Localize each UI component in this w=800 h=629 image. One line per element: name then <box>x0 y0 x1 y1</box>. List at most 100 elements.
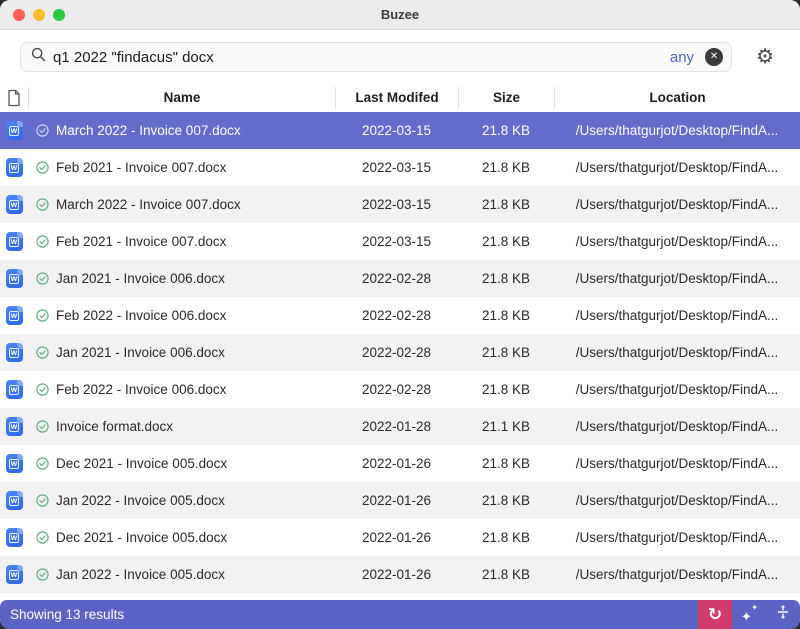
table-row[interactable]: w Jan 2021 - Invoice 006.docx 2022-02-28… <box>0 260 800 297</box>
file-name-cell: Feb 2021 - Invoice 007.docx <box>28 160 335 175</box>
file-location: /Users/thatgurjot/Desktop/FindA... <box>554 530 800 545</box>
file-size: 21.8 KB <box>458 308 554 323</box>
word-file-icon: w <box>0 565 28 584</box>
check-circle-icon <box>36 568 49 581</box>
file-name-cell: Dec 2021 - Invoice 005.docx <box>28 456 335 471</box>
word-file-icon: w <box>0 232 28 251</box>
check-circle-icon <box>36 272 49 285</box>
file-modified: 2022-01-26 <box>335 530 458 545</box>
file-size: 21.8 KB <box>458 345 554 360</box>
app-window: Buzee any ✕ ⚙ Name Last Modifed Size Loc… <box>0 0 800 629</box>
table-row[interactable]: w Feb 2021 - Invoice 007.docx 2022-03-15… <box>0 223 800 260</box>
search-filter-any[interactable]: any <box>670 49 694 66</box>
file-name: March 2022 - Invoice 007.docx <box>56 123 241 138</box>
file-size: 21.8 KB <box>458 382 554 397</box>
table-row[interactable]: w Dec 2021 - Invoice 005.docx 2022-01-26… <box>0 519 800 556</box>
word-file-icon: w <box>0 417 28 436</box>
refresh-icon: ↻ <box>708 606 722 623</box>
file-modified: 2022-02-28 <box>335 382 458 397</box>
file-name-cell: Dec 2021 - Invoice 005.docx <box>28 530 335 545</box>
refresh-button[interactable]: ↻ <box>698 600 732 629</box>
search-toolbar: any ✕ ⚙ <box>0 30 800 84</box>
close-button[interactable] <box>13 9 25 21</box>
table-row[interactable]: w March 2022 - Invoice 007.docx 2022-03-… <box>0 112 800 149</box>
results-table-body: w March 2022 - Invoice 007.docx 2022-03-… <box>0 112 800 593</box>
file-modified: 2022-01-28 <box>335 419 458 434</box>
gear-icon[interactable]: ⚙ <box>756 47 774 67</box>
file-modified: 2022-02-28 <box>335 271 458 286</box>
check-circle-icon <box>36 531 49 544</box>
file-name: March 2022 - Invoice 007.docx <box>56 197 241 212</box>
check-circle-icon <box>36 198 49 211</box>
table-row[interactable]: w Jan 2022 - Invoice 005.docx 2022-01-26… <box>0 482 800 519</box>
search-input[interactable] <box>53 49 663 66</box>
table-row[interactable]: w Jan 2021 - Invoice 006.docx 2022-02-28… <box>0 334 800 371</box>
column-header-location[interactable]: Location <box>554 87 800 109</box>
file-modified: 2022-01-26 <box>335 456 458 471</box>
file-modified: 2022-03-15 <box>335 160 458 175</box>
file-location: /Users/thatgurjot/Desktop/FindA... <box>554 271 800 286</box>
window-title: Buzee <box>0 7 800 22</box>
check-circle-icon <box>36 124 49 137</box>
file-location: /Users/thatgurjot/Desktop/FindA... <box>554 493 800 508</box>
word-file-icon: w <box>0 343 28 362</box>
file-modified: 2022-03-15 <box>335 197 458 212</box>
file-name-cell: Jan 2022 - Invoice 005.docx <box>28 493 335 508</box>
word-file-icon: w <box>0 306 28 325</box>
column-header-name[interactable]: Name <box>28 87 335 109</box>
file-name: Jan 2021 - Invoice 006.docx <box>56 271 225 286</box>
table-row[interactable]: w Dec 2021 - Invoice 005.docx 2022-01-26… <box>0 445 800 482</box>
table-row[interactable]: w Feb 2022 - Invoice 006.docx 2022-02-28… <box>0 371 800 408</box>
search-icon <box>31 47 46 67</box>
file-name-cell: Feb 2022 - Invoice 006.docx <box>28 382 335 397</box>
table-row[interactable]: w Feb 2021 - Invoice 007.docx 2022-03-15… <box>0 149 800 186</box>
table-row[interactable]: w Feb 2022 - Invoice 006.docx 2022-02-28… <box>0 297 800 334</box>
file-location: /Users/thatgurjot/Desktop/FindA... <box>554 345 800 360</box>
file-name: Feb 2022 - Invoice 006.docx <box>56 382 226 397</box>
file-name: Dec 2021 - Invoice 005.docx <box>56 456 227 471</box>
word-file-icon: w <box>0 121 28 140</box>
table-row[interactable]: w March 2022 - Invoice 007.docx 2022-03-… <box>0 186 800 223</box>
word-file-icon: w <box>0 380 28 399</box>
file-size: 21.8 KB <box>458 493 554 508</box>
file-size: 21.8 KB <box>458 234 554 249</box>
check-circle-icon <box>36 309 49 322</box>
file-size: 21.8 KB <box>458 567 554 582</box>
table-row[interactable]: w Invoice format.docx 2022-01-28 21.1 KB… <box>0 408 800 445</box>
file-name-cell: Jan 2021 - Invoice 006.docx <box>28 345 335 360</box>
document-icon[interactable] <box>0 87 28 109</box>
table-header: Name Last Modifed Size Location <box>0 84 800 112</box>
file-name: Feb 2021 - Invoice 007.docx <box>56 234 226 249</box>
word-file-icon: w <box>0 528 28 547</box>
word-file-icon: w <box>0 269 28 288</box>
column-header-modified[interactable]: Last Modifed <box>335 87 458 109</box>
file-size: 21.8 KB <box>458 197 554 212</box>
scroll-position-button[interactable] <box>766 600 800 629</box>
file-modified: 2022-03-15 <box>335 234 458 249</box>
file-name: Invoice format.docx <box>56 419 173 434</box>
check-circle-icon <box>36 346 49 359</box>
file-location: /Users/thatgurjot/Desktop/FindA... <box>554 567 800 582</box>
file-size: 21.8 KB <box>458 530 554 545</box>
minimize-button[interactable] <box>33 9 45 21</box>
check-circle-icon <box>36 494 49 507</box>
sparkles-button[interactable]: ✦✦ <box>732 600 766 629</box>
file-modified: 2022-03-15 <box>335 123 458 138</box>
file-location: /Users/thatgurjot/Desktop/FindA... <box>554 197 800 212</box>
clear-search-icon[interactable]: ✕ <box>705 48 723 66</box>
column-header-size[interactable]: Size <box>458 87 554 109</box>
file-size: 21.8 KB <box>458 271 554 286</box>
file-name-cell: Feb 2021 - Invoice 007.docx <box>28 234 335 249</box>
table-row[interactable]: w Jan 2022 - Invoice 005.docx 2022-01-26… <box>0 556 800 593</box>
zoom-button[interactable] <box>53 9 65 21</box>
search-box[interactable]: any ✕ <box>20 42 732 72</box>
file-location: /Users/thatgurjot/Desktop/FindA... <box>554 160 800 175</box>
word-file-icon: w <box>0 454 28 473</box>
file-modified: 2022-02-28 <box>335 308 458 323</box>
file-name: Jan 2022 - Invoice 005.docx <box>56 493 225 508</box>
file-size: 21.1 KB <box>458 419 554 434</box>
check-circle-icon <box>36 420 49 433</box>
word-file-icon: w <box>0 195 28 214</box>
sparkles-icon: ✦✦ <box>741 607 757 623</box>
file-modified: 2022-01-26 <box>335 493 458 508</box>
